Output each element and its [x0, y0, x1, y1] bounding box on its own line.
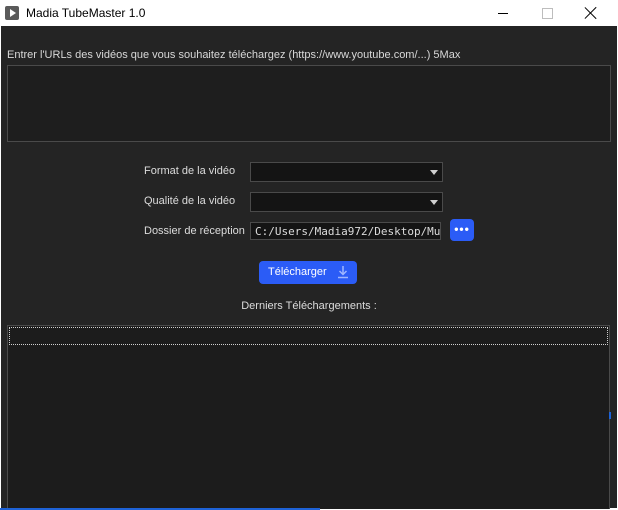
url-instructions-label: Entrer l'URLs des vidéos que vous souhai… — [7, 49, 461, 61]
quality-select[interactable] — [250, 192, 443, 212]
folder-label: Dossier de réception — [144, 225, 245, 237]
browse-folder-button[interactable]: ••• — [450, 219, 474, 241]
recent-downloads-list[interactable] — [7, 325, 610, 509]
minimize-button[interactable] — [480, 0, 526, 26]
app-icon — [5, 6, 19, 20]
download-button[interactable]: Télécharger — [259, 261, 357, 284]
close-button[interactable] — [568, 0, 614, 26]
recent-downloads-label: Derniers Téléchargements : — [241, 300, 377, 312]
ellipsis-icon: ••• — [454, 221, 470, 236]
download-arrow-icon — [338, 266, 348, 279]
title-bar[interactable]: Madia TubeMaster 1.0 — [0, 0, 618, 26]
download-button-label: Télécharger — [268, 266, 327, 278]
minimize-icon — [498, 12, 508, 14]
format-label: Format de la vidéo — [144, 165, 236, 177]
chevron-down-icon — [430, 170, 438, 175]
maximize-button[interactable] — [524, 0, 570, 26]
window-title: Madia TubeMaster 1.0 — [26, 6, 146, 20]
format-select[interactable] — [250, 162, 443, 182]
url-input-area[interactable] — [7, 65, 611, 142]
close-icon — [585, 7, 597, 19]
maximize-icon — [541, 7, 553, 19]
scroll-indicator — [609, 412, 611, 419]
chevron-down-icon — [430, 200, 438, 205]
list-item[interactable] — [9, 327, 608, 345]
quality-label: Qualité de la vidéo — [144, 195, 236, 207]
folder-path-input[interactable]: C:/Users/Madia972/Desktop/Music — [250, 222, 441, 240]
main-panel: Entrer l'URLs des vidéos que vous souhai… — [1, 26, 617, 509]
